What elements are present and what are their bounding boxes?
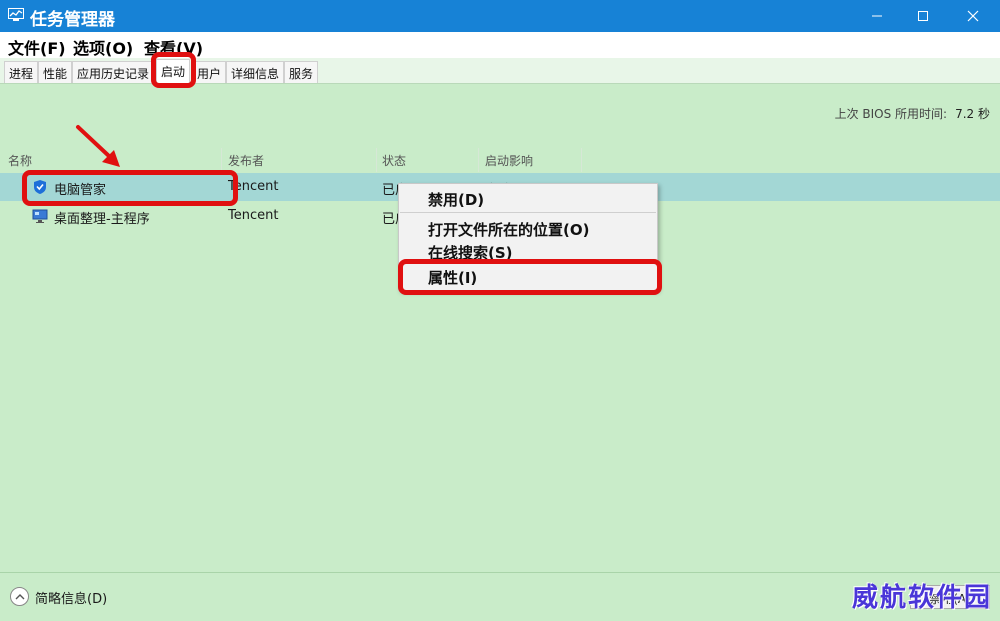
column-header-publisher[interactable]: 发布者 [228,152,264,169]
watermark: 威航软件园 [852,583,993,613]
row-publisher: Tencent [228,208,279,223]
startup-tab-highlight [151,52,196,88]
minimize-button[interactable] [854,0,900,32]
title-bar: 任务管理器 [0,0,1000,32]
tab-bar: 进程 性能 应用历史记录 启动 用户 详细信息 服务 [0,58,1000,84]
column-divider[interactable] [221,148,222,172]
bios-time: 上次 BIOS 所用时间: 7.2 秒 [835,105,990,122]
status-bar: 简略信息(D) 禁用(A) [0,572,1000,621]
collapse-button[interactable] [10,587,29,606]
column-header-name[interactable]: 名称 [8,152,32,169]
column-header-status[interactable]: 状态 [382,152,406,169]
tab-app-history[interactable]: 应用历史记录 [72,61,155,83]
row-name: 桌面整理-主程序 [54,212,150,227]
tab-details[interactable]: 详细信息 [226,61,285,83]
column-divider[interactable] [376,148,377,172]
brief-info-link[interactable]: 简略信息(D) [35,588,107,607]
column-divider[interactable] [478,148,479,172]
maximize-button[interactable] [900,0,946,32]
column-divider[interactable] [581,148,582,172]
column-header-impact[interactable]: 启动影响 [485,152,533,169]
task-manager-icon [8,8,24,22]
window-title: 任务管理器 [30,10,115,30]
tab-services[interactable]: 服务 [284,61,319,83]
bios-time-value: 7.2 秒 [955,107,990,121]
menu-bar: 文件(F) 选项(O) 查看(V) [0,32,1000,58]
tab-users[interactable]: 用户 [192,61,227,83]
close-button[interactable] [950,0,996,32]
menu-file[interactable]: 文件(F) [8,35,66,59]
menu-options[interactable]: 选项(O) [73,35,133,59]
context-menu-separator [400,212,656,213]
tab-performance[interactable]: 性能 [38,61,73,83]
context-menu-open-location[interactable]: 打开文件所在的位置(O) [428,219,589,240]
properties-highlight [398,259,662,295]
arrow-icon [74,124,124,174]
monitor-icon [32,208,48,224]
bios-time-label: 上次 BIOS 所用时间: [834,107,948,121]
selected-row-highlight [22,170,238,206]
tab-processes[interactable]: 进程 [4,61,39,83]
context-menu-disable[interactable]: 禁用(D) [428,189,484,210]
